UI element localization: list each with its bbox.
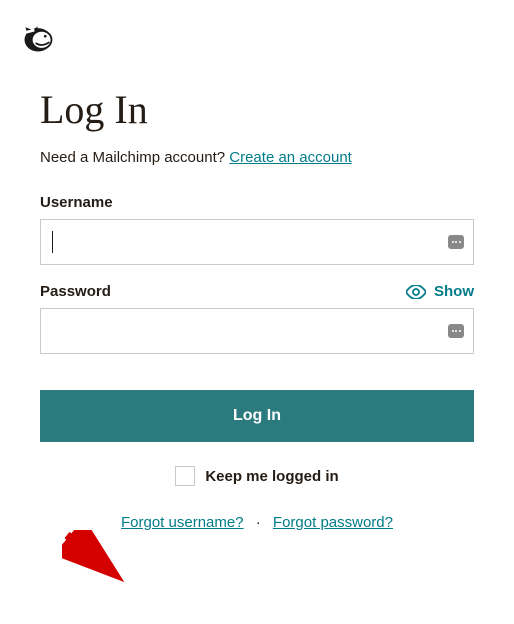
- show-label: Show: [434, 283, 474, 300]
- keep-logged-row: Keep me logged in: [40, 466, 474, 486]
- eye-icon: [406, 285, 426, 299]
- username-input[interactable]: [40, 219, 474, 265]
- text-cursor: [52, 231, 53, 253]
- forgot-username-link[interactable]: Forgot username?: [121, 514, 244, 531]
- forgot-password-link[interactable]: Forgot password?: [273, 514, 393, 531]
- separator: ·: [256, 514, 261, 531]
- autofill-icon[interactable]: [448, 324, 464, 338]
- mailchimp-logo: [20, 20, 56, 56]
- autofill-icon[interactable]: [448, 235, 464, 249]
- page-title: Log In: [40, 86, 474, 133]
- password-label: Password: [40, 283, 111, 300]
- username-label: Username: [40, 194, 113, 211]
- create-account-link[interactable]: Create an account: [229, 149, 352, 166]
- password-input[interactable]: [40, 308, 474, 354]
- show-password-toggle[interactable]: Show: [406, 283, 474, 300]
- login-button[interactable]: Log In: [40, 390, 474, 442]
- arrow-annotation: [62, 530, 132, 585]
- forgot-links: Forgot username? · Forgot password?: [40, 514, 474, 531]
- username-field-group: Username: [40, 194, 474, 265]
- prompt-text: Need a Mailchimp account?: [40, 149, 229, 166]
- password-field-group: Password Show: [40, 283, 474, 354]
- signup-prompt: Need a Mailchimp account? Create an acco…: [40, 149, 474, 166]
- keep-logged-label: Keep me logged in: [205, 468, 338, 485]
- keep-logged-checkbox[interactable]: [175, 466, 195, 486]
